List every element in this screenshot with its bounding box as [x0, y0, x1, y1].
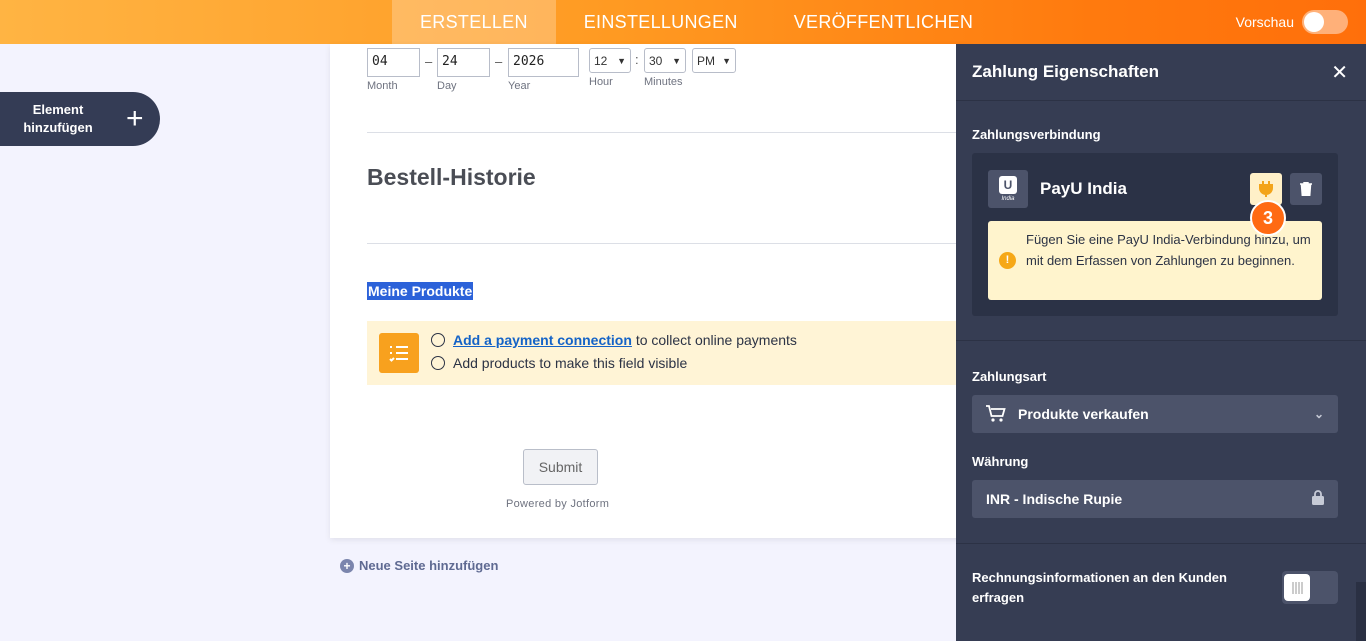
- section-title[interactable]: Bestell-Historie: [367, 164, 536, 191]
- tab-erstellen[interactable]: ERSTELLEN: [392, 0, 556, 44]
- radio-icon: [431, 333, 445, 347]
- divider: [367, 243, 970, 244]
- form-canvas: 04 – 24 – 2026 Month Day Year 12 ▼ : 30 ▼ …: [330, 44, 970, 538]
- hour-label: Hour: [589, 76, 613, 88]
- delete-connection-button[interactable]: [1290, 173, 1322, 205]
- year-input[interactable]: 2026: [508, 48, 579, 77]
- step-badge: 3: [1250, 200, 1286, 236]
- payu-logo-text: India: [1001, 196, 1015, 202]
- time-separator: :: [635, 52, 639, 67]
- panel-title: Zahlung Eigenschaften: [972, 62, 1160, 81]
- payment-notice: Add a payment connection to collect onli…: [367, 321, 970, 385]
- day-input[interactable]: 24: [437, 48, 490, 77]
- top-bar: ERSTELLEN EINSTELLUNGEN VERÖFFENTLICHEN …: [0, 0, 1366, 44]
- submit-button[interactable]: Submit: [523, 449, 598, 485]
- divider: [367, 132, 970, 133]
- products-field-label[interactable]: Meine Produkte: [367, 282, 474, 300]
- hour-select[interactable]: 12 ▼: [589, 48, 631, 73]
- add-page-label: Neue Seite hinzufügen: [359, 558, 499, 573]
- ampm-select[interactable]: PM ▼: [692, 48, 736, 73]
- plus-circle-icon: +: [340, 558, 354, 573]
- divider: [956, 340, 1366, 341]
- toggle-knob: [1284, 574, 1310, 601]
- currency-field: INR - Indische Rupie: [972, 480, 1338, 518]
- chevron-down-icon: ▼: [672, 55, 681, 66]
- connection-section-title: Zahlungsverbindung: [972, 127, 1101, 142]
- payu-logo-mark: U: [999, 176, 1017, 194]
- tab-veroeffentlichen[interactable]: VERÖFFENTLICHEN: [766, 0, 1002, 44]
- close-icon[interactable]: ✕: [1331, 60, 1348, 85]
- chevron-down-icon: ▼: [722, 55, 731, 66]
- notice-line-2-text: Add products to make this field visible: [453, 355, 688, 371]
- notice-line-2: Add products to make this field visible: [431, 355, 687, 371]
- preview-label: Vorschau: [1235, 14, 1294, 30]
- payment-type-label: Zahlungsart: [972, 369, 1047, 384]
- warning-icon: !: [999, 252, 1016, 269]
- payment-type-select[interactable]: Produkte verkaufen ⌄: [972, 395, 1338, 433]
- chevron-down-icon: ▼: [617, 55, 626, 66]
- panel-header: Zahlung Eigenschaften ✕: [956, 44, 1366, 101]
- preview-toggle[interactable]: [1302, 10, 1348, 34]
- toggle-knob: [1304, 12, 1324, 32]
- radio-icon: [431, 356, 445, 370]
- currency-value: INR - Indische Rupie: [986, 491, 1123, 507]
- add-element-label: Element hinzufügen: [23, 102, 93, 135]
- plug-icon: [1259, 181, 1273, 197]
- warning-text: Fügen Sie eine PayU India-Verbindung hin…: [1026, 232, 1311, 268]
- scrollbar[interactable]: [1356, 582, 1366, 641]
- minutes-select[interactable]: 30 ▼: [644, 48, 686, 73]
- add-page-button[interactable]: + Neue Seite hinzufügen: [340, 558, 498, 573]
- ampm-value: PM: [697, 53, 715, 68]
- top-nav: ERSTELLEN EINSTELLUNGEN VERÖFFENTLICHEN: [392, 0, 1001, 44]
- preview-control: Vorschau: [1236, 0, 1348, 44]
- add-element-button[interactable]: Element hinzufügen +: [0, 92, 160, 146]
- divider: [956, 543, 1366, 544]
- powered-by[interactable]: Powered by Jotform: [506, 498, 609, 510]
- month-input[interactable]: 04: [367, 48, 420, 77]
- trash-icon: [1300, 182, 1312, 196]
- payment-connection-box: U India PayU India ! Fügen Sie eine PayU…: [972, 153, 1338, 316]
- billing-info-toggle[interactable]: [1282, 571, 1338, 604]
- minutes-label: Minutes: [644, 76, 683, 88]
- checklist-icon: [379, 333, 419, 373]
- day-label: Day: [437, 80, 457, 92]
- currency-label: Währung: [972, 454, 1029, 469]
- payment-properties-panel: Zahlung Eigenschaften ✕ Zahlungsverbindu…: [956, 44, 1366, 641]
- tab-einstellungen[interactable]: EINSTELLUNGEN: [556, 0, 766, 44]
- cart-icon: [986, 405, 1006, 422]
- year-label: Year: [508, 80, 531, 92]
- lock-icon: [1312, 490, 1324, 508]
- plus-icon: +: [126, 102, 144, 135]
- add-payment-connection-link[interactable]: Add a payment connection: [453, 332, 632, 348]
- date-separator: –: [425, 54, 433, 69]
- gateway-name: PayU India: [1040, 179, 1127, 198]
- chevron-down-icon: ⌄: [1313, 407, 1324, 421]
- notice-line-1: Add a payment connection to collect onli…: [431, 332, 797, 348]
- notice-line-1-text: to collect online payments: [635, 332, 797, 348]
- hour-value: 12: [594, 53, 608, 68]
- minutes-value: 30: [649, 53, 663, 68]
- payu-logo: U India: [988, 170, 1028, 208]
- month-label: Month: [367, 80, 398, 92]
- billing-info-label: Rechnungsinformationen an den Kunden erf…: [972, 570, 1227, 605]
- payment-type-value: Produkte verkaufen: [1018, 406, 1149, 422]
- date-separator: –: [495, 54, 503, 69]
